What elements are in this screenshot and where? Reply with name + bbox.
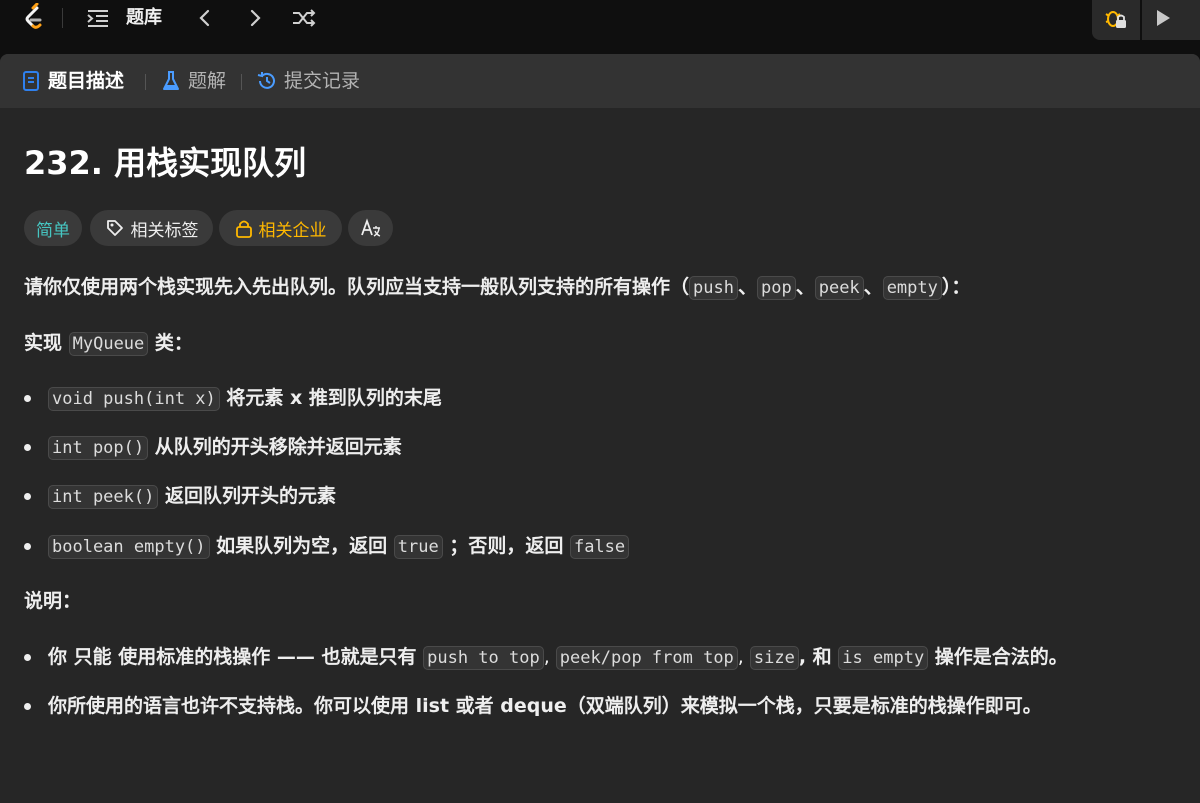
nav-problemset-title[interactable]: 题库 bbox=[126, 6, 162, 30]
problem-title: 232. 用栈实现队列 bbox=[24, 144, 307, 182]
inline-code-false: false bbox=[569, 535, 630, 559]
related-companies-button[interactable]: 相关企业 bbox=[219, 210, 342, 246]
method-code: int pop() bbox=[48, 436, 149, 460]
method-code: boolean empty() bbox=[48, 535, 210, 559]
intro-end: ）： bbox=[941, 276, 971, 298]
nav-divider bbox=[62, 8, 63, 28]
inline-code-pop: pop bbox=[756, 276, 796, 300]
tab-description-label: 题目描述 bbox=[48, 70, 125, 92]
bullet bbox=[24, 654, 31, 661]
inline-code-peek: peek bbox=[814, 276, 864, 300]
bullet bbox=[24, 444, 31, 451]
leetcode-logo-icon[interactable] bbox=[18, 3, 48, 33]
panel-tabbar: 题目描述 题解 提交记录 bbox=[0, 54, 1200, 108]
related-tags-button[interactable]: 相关标签 bbox=[90, 210, 213, 246]
play-icon bbox=[1157, 10, 1170, 26]
bullet bbox=[24, 493, 31, 500]
run-button[interactable] bbox=[1142, 0, 1200, 40]
inline-code-myqueue: MyQueue bbox=[68, 332, 149, 356]
impl-prefix: 实现 bbox=[24, 332, 69, 354]
bug-lock-icon bbox=[1105, 11, 1126, 28]
method-text: 从队列的开头移除并返回元素 bbox=[148, 436, 402, 458]
bullet bbox=[24, 543, 31, 550]
method-text: 将元素 x 推到队列的末尾 bbox=[219, 387, 442, 409]
note-text: 使用标准的栈操作 —— 也就是只有 bbox=[111, 646, 424, 668]
method-item-empty: boolean empty() 如果队列为空，返回 true ；否则，返回 fa… bbox=[48, 531, 630, 562]
inline-code-size: size bbox=[749, 646, 799, 670]
bullet bbox=[24, 395, 31, 402]
inline-code-push-to-top: push to top bbox=[423, 646, 544, 670]
chevron-left-icon[interactable] bbox=[194, 6, 216, 30]
flask-icon bbox=[163, 71, 179, 90]
tab-solutions[interactable]: 题解 bbox=[160, 68, 226, 94]
description-panel: 题目描述 题解 提交记录 232. 用栈实现队列 简单 相关标签 相关企业 请你… bbox=[0, 54, 1200, 803]
implement-paragraph: 实现 MyQueue 类： bbox=[24, 328, 193, 359]
inline-code-empty: empty bbox=[882, 276, 942, 300]
tab-submissions-label: 提交记录 bbox=[284, 70, 361, 92]
tab-solutions-label: 题解 bbox=[188, 70, 227, 92]
chevron-right-icon[interactable] bbox=[244, 6, 266, 30]
method-text: ；否则，返回 bbox=[442, 535, 570, 557]
method-item-push: void push(int x) 将元素 x 推到队列的末尾 bbox=[48, 383, 442, 414]
method-item-pop: int pop() 从队列的开头移除并返回元素 bbox=[48, 432, 402, 463]
note-text: 操作是合法的。 bbox=[928, 646, 1068, 668]
intro-paragraph: 请你仅使用两个栈实现先入先出队列。队列应当支持一般队列支持的所有操作（ push、… bbox=[24, 272, 970, 303]
related-companies-label: 相关企业 bbox=[258, 220, 327, 241]
problem-list-icon[interactable] bbox=[86, 8, 110, 28]
note-item-stack-ops: 你 只能 使用标准的栈操作 —— 也就是只有 push to top, peek… bbox=[48, 646, 1068, 670]
translate-button[interactable] bbox=[348, 210, 393, 246]
tab-description[interactable]: 题目描述 bbox=[20, 68, 124, 94]
method-text: 返回队列开头的元素 bbox=[158, 485, 336, 507]
method-code: int peek() bbox=[48, 485, 159, 509]
note-emphasis: 只能 bbox=[73, 646, 112, 668]
related-tags-label: 相关标签 bbox=[130, 220, 199, 241]
method-code: void push(int x) bbox=[48, 387, 220, 411]
inline-code-true: true bbox=[393, 535, 443, 559]
inline-code-is-empty: is empty bbox=[838, 646, 929, 670]
translate-icon bbox=[360, 218, 380, 237]
separator: 、 bbox=[737, 276, 757, 298]
note-text: , 和 bbox=[798, 646, 839, 668]
debug-button[interactable] bbox=[1092, 0, 1140, 40]
lock-icon bbox=[235, 220, 252, 238]
impl-suffix: 类： bbox=[148, 332, 193, 354]
difficulty-badge: 简单 bbox=[24, 210, 82, 246]
separator: 、 bbox=[795, 276, 815, 298]
tab-divider bbox=[145, 74, 146, 90]
note-text: 你 bbox=[48, 646, 74, 668]
inline-code-peek-pop-from-top: peek/pop from top bbox=[555, 646, 738, 670]
separator: 、 bbox=[863, 276, 883, 298]
shuffle-icon[interactable] bbox=[290, 6, 318, 30]
note-item-language: 你所使用的语言也许不支持栈。你可以使用 list 或者 deque（双端队列）来… bbox=[48, 695, 1042, 717]
tab-divider bbox=[241, 74, 242, 90]
inline-code-push: push bbox=[689, 276, 738, 300]
tab-submissions[interactable]: 提交记录 bbox=[256, 68, 360, 94]
method-text: 如果队列为空，返回 bbox=[209, 535, 394, 557]
document-icon bbox=[23, 71, 39, 91]
method-item-peek: int peek() 返回队列开头的元素 bbox=[48, 481, 336, 512]
notes-heading: 说明： bbox=[24, 590, 82, 612]
bullet bbox=[24, 703, 31, 710]
top-nav: 题库 bbox=[0, 0, 1200, 40]
difficulty-label: 简单 bbox=[36, 220, 70, 241]
tag-icon bbox=[106, 220, 123, 236]
intro-text: 请你仅使用两个栈实现先入先出队列。队列应当支持一般队列支持的所有操作（ bbox=[24, 276, 690, 298]
history-icon bbox=[257, 72, 275, 89]
